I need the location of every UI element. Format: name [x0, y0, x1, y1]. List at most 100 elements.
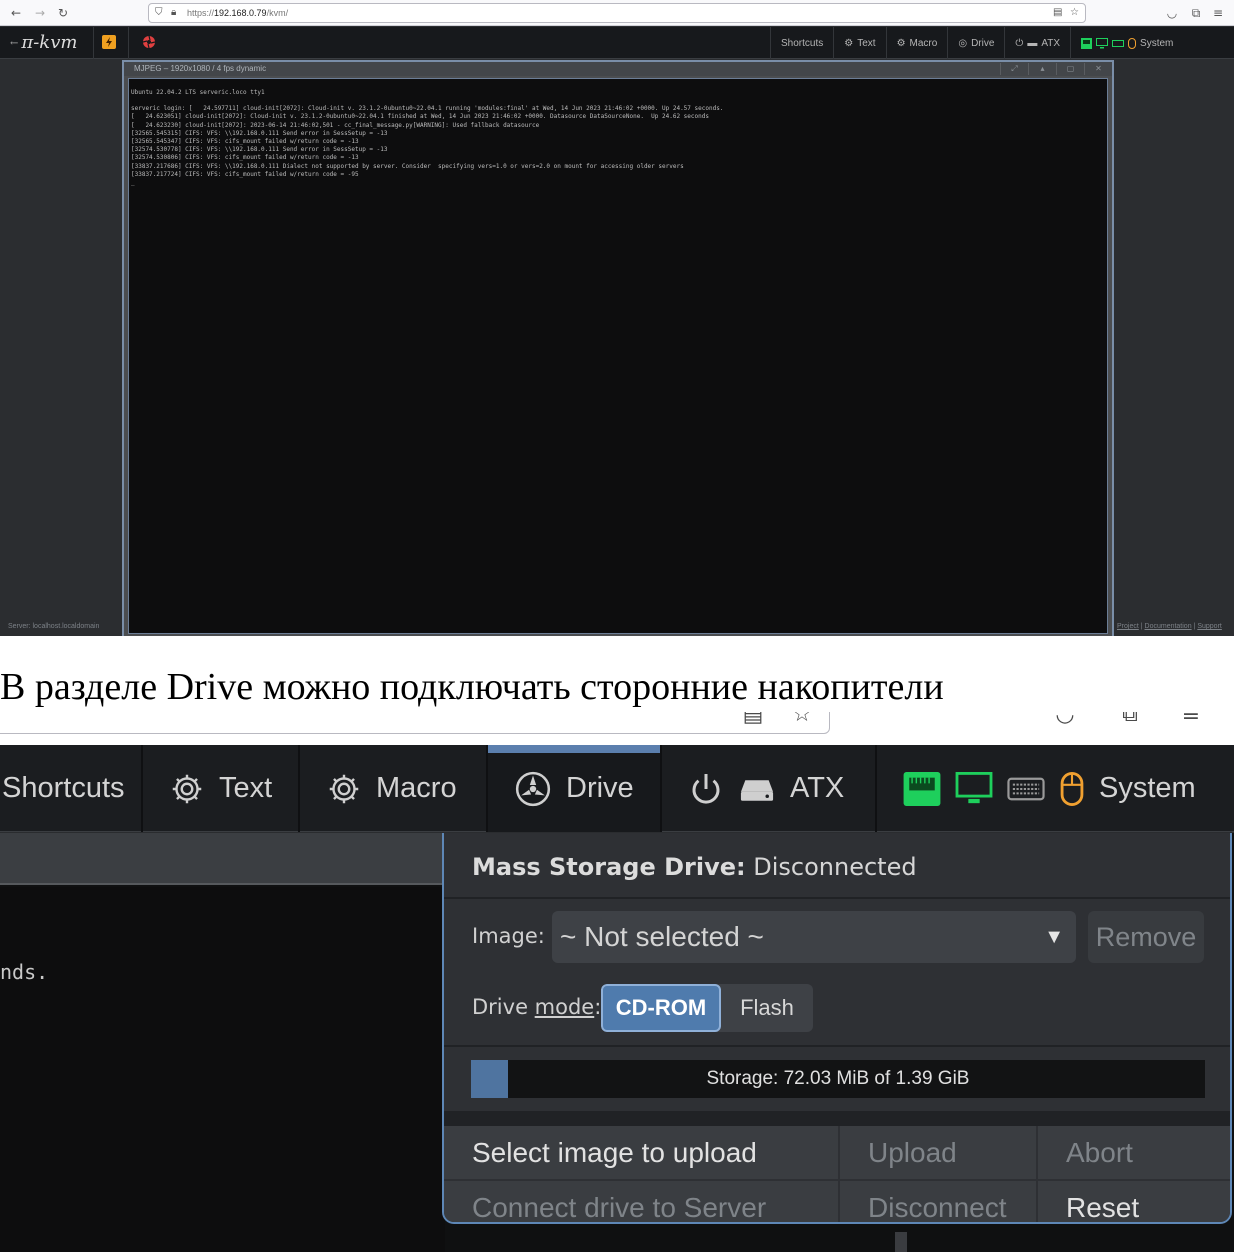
- hdd-icon: [740, 779, 774, 801]
- forward-arrow-icon[interactable]: →: [32, 5, 48, 21]
- extensions-icon[interactable]: ⧉: [1188, 5, 1204, 21]
- maximize-icon[interactable]: ▢: [1056, 63, 1084, 75]
- terminal-line: [ 24.623230] cloud-init[2072]: 2023-06-1…: [131, 121, 540, 129]
- footer-link-support[interactable]: Support: [1197, 623, 1222, 630]
- drive-mode-label: Drive mode:: [472, 995, 602, 1019]
- upload-button[interactable]: Upload: [840, 1126, 1036, 1179]
- terminal-screen[interactable]: Ubuntu 22.04.2 LTS serveric.loco tty1 ser…: [128, 78, 1108, 634]
- url-bar[interactable]: ⛉ 🔒︎ https://192.168.0.79/kvm/ ▤ ☆: [148, 3, 1086, 23]
- mass-storage-drive-panel: Mass Storage Drive: Disconnected Image: …: [442, 833, 1232, 1224]
- drive-icon: [515, 771, 551, 806]
- disconnect-button[interactable]: Disconnect: [840, 1181, 1036, 1222]
- menu-macro[interactable]: ⚙ Macro: [885, 27, 948, 59]
- kvm-screenshot-drive-zoom: ▤ ☆ ◡ ⧉ ≡ Shortcuts Text Macro Drive ATX: [0, 712, 1234, 1252]
- server-footer: Server: localhost.localdomain: [8, 623, 100, 630]
- connect-drive-button[interactable]: Connect drive to Server: [444, 1181, 838, 1222]
- gear-icon: ⚙: [896, 37, 906, 49]
- remove-button[interactable]: Remove: [1088, 911, 1204, 963]
- url-text: https://192.168.0.79/kvm/: [187, 8, 289, 18]
- active-tab-indicator: [488, 745, 660, 753]
- kvm-navbar: ← π-kvm Shortcuts ⚙ Text ⚙ Macro ◎ Drive ⏻ ▬ A…: [0, 27, 1234, 59]
- image-select[interactable]: ~ Not selected ~ ▼: [552, 911, 1076, 963]
- navbar-separator: [93, 27, 94, 59]
- terminal-line: _: [131, 179, 135, 187]
- pocket-icon[interactable]: ◡: [1164, 5, 1180, 21]
- menu-shortcuts[interactable]: Shortcuts: [0, 745, 143, 832]
- bookmark-star-icon[interactable]: ☆: [1070, 6, 1079, 20]
- menu-drive[interactable]: Drive: [488, 745, 662, 832]
- drive-icon: ◎: [958, 37, 968, 49]
- mouse-icon: [1128, 37, 1137, 49]
- menu-system[interactable]: System: [1070, 27, 1183, 59]
- video-border-fragment: [895, 1232, 907, 1252]
- menu-system[interactable]: System: [877, 745, 1234, 832]
- terminal-line: [ 24.623051] cloud-init[2072]: Cloud-ini…: [131, 113, 709, 121]
- browser-toolbar: ← → ↻ ⛉ 🔒︎ https://192.168.0.79/kvm/ ▤ ☆…: [0, 0, 1234, 26]
- video-title: MJPEG – 1920x1080 / 4 fps dynamic: [124, 62, 1112, 76]
- terminal-line: serveric login: [ 24.597711] cloud-init[…: [131, 105, 724, 113]
- menu-atx[interactable]: ATX: [662, 745, 877, 832]
- flash-badge-icon[interactable]: [102, 35, 116, 49]
- lan-icon: [1081, 37, 1093, 49]
- terminal-screen-zoomed[interactable]: [0, 887, 445, 1252]
- keyboard-icon: [1007, 777, 1045, 800]
- power-icon: [692, 773, 720, 804]
- close-icon[interactable]: ✕: [1084, 63, 1112, 75]
- terminal-line: [32565.545315] CIFS: VFS: \\192.168.0.11…: [131, 129, 388, 137]
- fullscreen-icon[interactable]: ⤢: [1000, 63, 1028, 75]
- shield-icon: ⛉: [155, 7, 163, 18]
- footer-link-documentation[interactable]: Documentation: [1145, 623, 1192, 630]
- drive-panel-title: Mass Storage Drive: Disconnected: [472, 853, 917, 881]
- terminal-line: [32565.545347] CIFS: VFS: cifs_mount fai…: [131, 138, 359, 146]
- mouse-icon: [1060, 771, 1084, 806]
- reader-icon[interactable]: ▤: [1053, 6, 1062, 20]
- monitor-icon: [1096, 37, 1109, 48]
- menu-drive[interactable]: ◎ Drive: [947, 27, 1004, 59]
- menu-text[interactable]: Text: [143, 745, 300, 832]
- footer-links: Project | Documentation | Support: [1117, 623, 1222, 630]
- panel-divider: [444, 1045, 1230, 1047]
- gear-icon: [172, 774, 202, 803]
- navbar-menu: Shortcuts ⚙ Text ⚙ Macro ◎ Drive ⏻ ▬ ATX Syst…: [770, 27, 1183, 59]
- terminal-line: [33837.217724] CIFS: VFS: cifs_mount fai…: [131, 170, 359, 178]
- pikvm-logo: ← π-kvm: [10, 32, 78, 53]
- url-bar-zoomed[interactable]: [0, 712, 830, 734]
- kvm-screenshot-overview: ← → ↻ ⛉ 🔒︎ https://192.168.0.79/kvm/ ▤ ☆…: [0, 0, 1234, 636]
- menu-icon[interactable]: ≡: [1178, 712, 1204, 728]
- back-arrow-icon[interactable]: ←: [8, 5, 24, 21]
- menu-text[interactable]: ⚙ Text: [833, 27, 885, 59]
- panel-divider: [444, 1111, 1230, 1126]
- terminal-line: Ubuntu 22.04.2 LTS serveric.loco tty1: [131, 89, 265, 96]
- footer-link-project[interactable]: Project: [1117, 623, 1139, 630]
- mode-cdrom-button[interactable]: CD-ROM: [601, 984, 721, 1032]
- reset-button[interactable]: Reset: [1038, 1181, 1230, 1222]
- terminal-fragment: nds.: [0, 960, 49, 984]
- extensions-icon[interactable]: ⧉: [1117, 712, 1143, 728]
- dropdown-arrow-icon: ▼: [1044, 926, 1064, 948]
- reload-icon[interactable]: ↻: [55, 5, 71, 21]
- menu-shortcuts[interactable]: Shortcuts: [770, 27, 833, 59]
- video-stream-window[interactable]: MJPEG – 1920x1080 / 4 fps dynamic ⤢ ▴ ▢ …: [122, 60, 1114, 636]
- fan-icon[interactable]: [142, 35, 156, 49]
- storage-progress-bar: Storage: 72.03 MiB of 1.39 GiB: [471, 1060, 1205, 1098]
- minimize-icon[interactable]: ▴: [1028, 63, 1056, 75]
- drive-status: Disconnected: [753, 853, 917, 881]
- menu-icon[interactable]: ≡: [1210, 5, 1226, 21]
- browser-toolbar-zoomed: ▤ ☆ ◡ ⧉ ≡: [0, 712, 1234, 745]
- reader-icon[interactable]: ▤: [740, 712, 766, 728]
- abort-button[interactable]: Abort: [1038, 1126, 1230, 1179]
- terminal-line: [32574.530778] CIFS: VFS: \\192.168.0.11…: [131, 146, 388, 154]
- menu-macro[interactable]: Macro: [300, 745, 488, 832]
- lan-icon: [903, 771, 941, 806]
- menu-atx[interactable]: ⏻ ▬ ATX: [1004, 27, 1070, 59]
- select-image-upload-button[interactable]: Select image to upload: [444, 1126, 838, 1179]
- bookmark-star-icon[interactable]: ☆: [789, 712, 815, 728]
- pocket-icon[interactable]: ◡: [1052, 712, 1078, 728]
- image-label: Image:: [472, 924, 545, 948]
- video-titlebar-zoomed: [0, 833, 445, 885]
- terminal-line: [33837.217686] CIFS: VFS: \\192.168.0.11…: [131, 162, 684, 170]
- caption-text: В разделе Drive можно подключать сторонн…: [0, 666, 944, 708]
- kvm-navbar-zoomed: Shortcuts Text Macro Drive ATX System: [0, 745, 1234, 832]
- mode-flash-button[interactable]: Flash: [721, 984, 813, 1032]
